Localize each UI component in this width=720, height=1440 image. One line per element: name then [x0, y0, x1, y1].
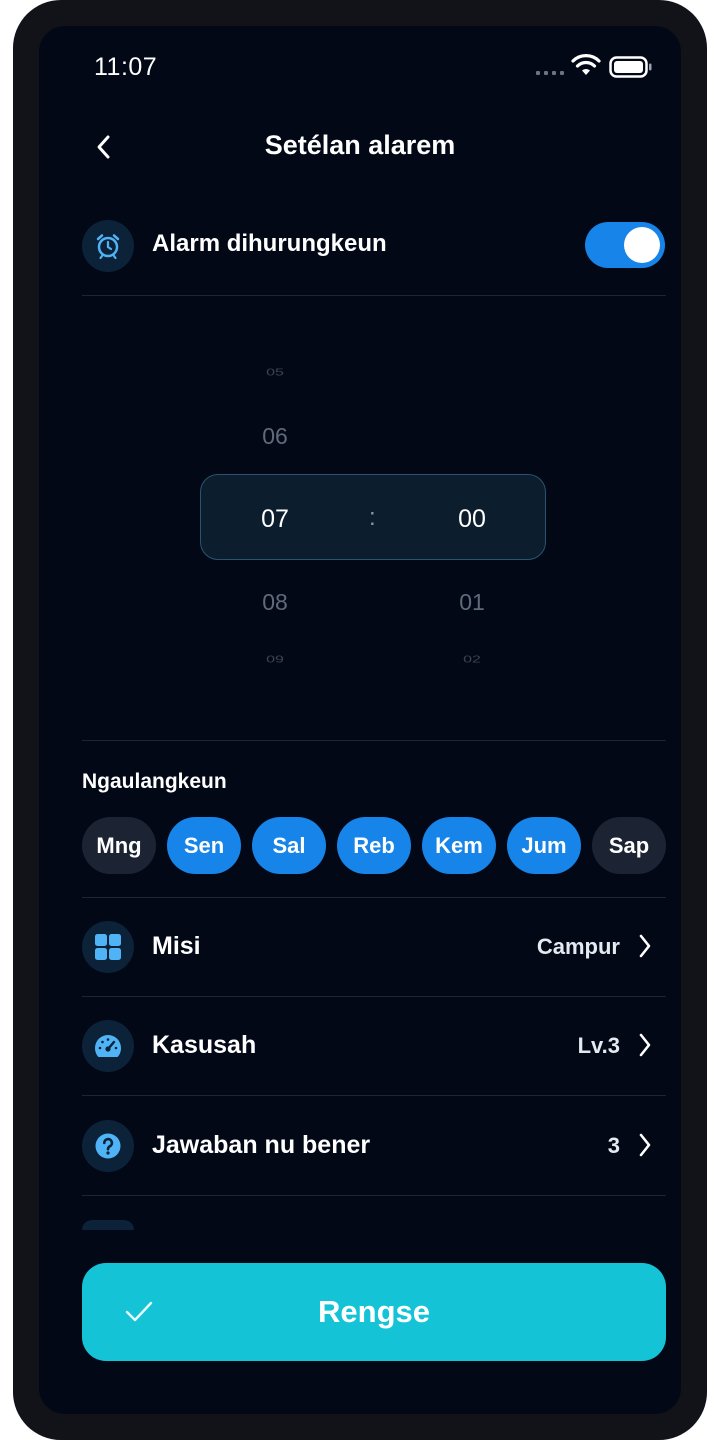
hour-option[interactable]: 05 — [235, 367, 315, 379]
status-time: 11:07 — [94, 53, 158, 81]
day-chip-tuesday[interactable]: Sal — [252, 817, 326, 874]
done-button-label: Rengse — [318, 1294, 430, 1329]
divider — [82, 295, 666, 296]
setting-row-mission[interactable]: Misi Campur — [82, 897, 666, 997]
day-chip-monday[interactable]: Sen — [167, 817, 241, 874]
setting-row-difficulty[interactable]: Kasusah Lv.3 — [82, 997, 666, 1096]
alarm-enabled-label: Alarm dihurungkeun — [152, 230, 387, 257]
toggle-knob — [624, 227, 660, 263]
day-chip-thursday[interactable]: Kem — [422, 817, 496, 874]
hour-option[interactable]: 08 — [235, 589, 315, 616]
hour-selected[interactable]: 07 — [235, 505, 315, 534]
chevron-right-icon — [637, 1031, 653, 1064]
day-chip-wednesday[interactable]: Reb — [337, 817, 411, 874]
question-icon — [82, 1120, 134, 1172]
repeat-days: Mng Sen Sal Reb Kem Jum Sap — [82, 817, 666, 874]
speedometer-icon — [82, 1020, 134, 1072]
time-separator: : — [369, 504, 376, 531]
setting-row-correct-answers[interactable]: Jawaban nu bener 3 — [82, 1096, 666, 1195]
setting-label: Jawaban nu bener — [152, 1131, 371, 1159]
hour-option[interactable]: 06 — [235, 423, 315, 450]
divider — [82, 740, 666, 741]
alarm-clock-icon — [82, 220, 134, 272]
setting-label: Kasusah — [152, 1031, 257, 1059]
day-chip-sunday[interactable]: Mng — [82, 817, 156, 874]
minute-option[interactable]: 02 — [432, 654, 512, 666]
alarm-enabled-toggle[interactable] — [585, 222, 665, 268]
device-frame: 11:07 Setélan alarem Alarm dihurungkeun … — [13, 0, 707, 1440]
setting-value: 3 — [607, 1133, 620, 1158]
setting-value: Lv.3 — [577, 1033, 620, 1058]
grid-icon — [82, 921, 134, 973]
chevron-right-icon — [637, 932, 653, 965]
setting-value: Campur — [536, 934, 620, 959]
next-row-icon-peek — [82, 1220, 134, 1230]
wifi-icon — [571, 54, 601, 81]
day-chip-friday[interactable]: Jum — [507, 817, 581, 874]
done-button[interactable]: Rengse — [82, 1263, 666, 1361]
day-chip-saturday[interactable]: Sap — [592, 817, 666, 874]
setting-label: Misi — [152, 932, 201, 960]
minute-selected[interactable]: 00 — [432, 505, 512, 534]
chevron-right-icon — [637, 1131, 653, 1164]
page-title: Setélan alarem — [264, 130, 456, 160]
screen: 11:07 Setélan alarem Alarm dihurungkeun … — [39, 26, 681, 1414]
cellular-signal-icon — [536, 71, 564, 75]
repeat-label: Ngaulangkeun — [82, 770, 227, 793]
battery-icon — [609, 56, 653, 83]
divider — [82, 1195, 666, 1196]
minute-option[interactable]: 01 — [432, 589, 512, 616]
hour-option[interactable]: 09 — [235, 654, 315, 666]
